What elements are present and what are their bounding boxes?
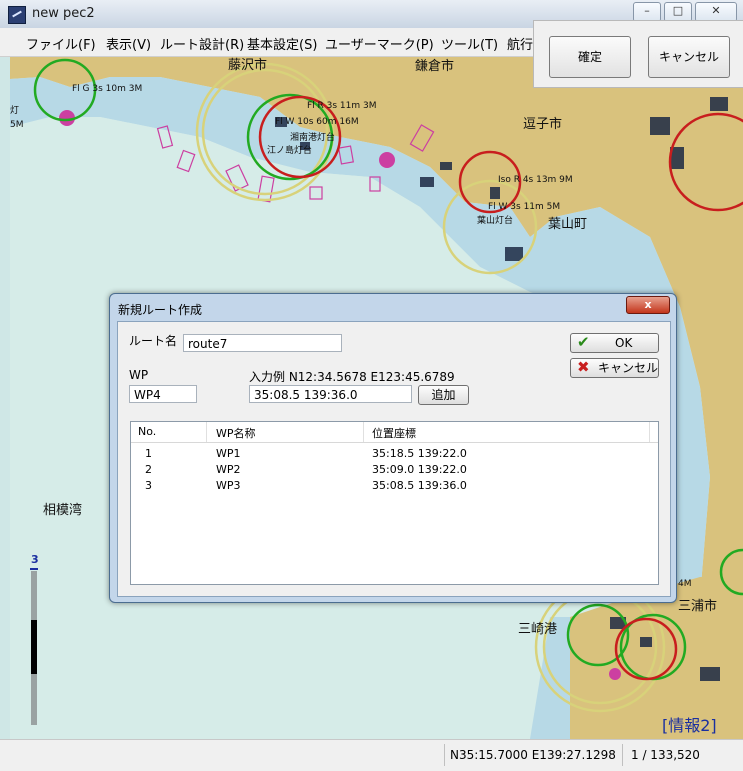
col-divider <box>206 422 207 442</box>
light-label-5: Fl W 10s 60m 16M <box>275 117 359 127</box>
route-name-input[interactable]: route7 <box>183 334 342 352</box>
menu-tools[interactable]: ツール(T) <box>441 34 498 53</box>
check-icon: ✔ <box>577 333 590 351</box>
status-separator <box>444 744 445 766</box>
info-link[interactable]: [情報2] <box>662 712 717 736</box>
confirm-button[interactable]: 確定 <box>549 36 631 78</box>
row-no: 3 <box>145 479 152 492</box>
row-no: 2 <box>145 463 152 476</box>
row-coord: 35:08.5 139:36.0 <box>372 479 467 492</box>
example-label: 入力例 N12:34.5678 E123:45.6789 <box>249 370 455 384</box>
dialog-body: ルート名 route7 ✔ OK ✖ キャンセル WP WP4 入力例 N12:… <box>117 321 671 597</box>
wp-input[interactable]: WP4 <box>129 385 197 403</box>
col-position[interactable]: 位置座標 <box>372 425 416 441</box>
light-label-8: 4M <box>678 579 692 589</box>
label-hayama-light: 葉山灯台 <box>477 216 514 226</box>
maximize-icon[interactable]: □ <box>664 2 692 22</box>
app-icon <box>8 6 26 24</box>
route-confirm-panel: 確定 キャンセル <box>533 20 743 88</box>
label-sagami-bay: 相模湾 <box>43 503 83 518</box>
row-coord: 35:09.0 139:22.0 <box>372 463 467 476</box>
col-divider <box>649 422 650 442</box>
light-label-2: Fl R 3s 11m 3M <box>307 101 377 111</box>
label-fujisawa: 藤沢市 <box>228 58 268 73</box>
list-item[interactable]: 3 WP3 35:08.5 139:36.0 <box>131 478 658 494</box>
label-hayama: 葉山町 <box>548 217 588 232</box>
light-label-1: Fl G 3s 10m 3M <box>72 84 143 94</box>
new-route-dialog: 新規ルート作成 x ルート名 route7 ✔ OK ✖ キャンセル WP WP… <box>109 293 677 603</box>
dialog-close-icon[interactable]: x <box>626 296 670 314</box>
list-header: No. WP名称 位置座標 <box>131 422 658 443</box>
status-coordinates: N35:15.7000 E139:27.1298 <box>450 748 616 762</box>
cancel-button-label: キャンセル <box>598 361 659 375</box>
label-kamakura: 鎌倉市 <box>415 59 455 74</box>
label-miura: 三浦市 <box>678 599 718 614</box>
window-controls: – □ ✕ <box>633 2 737 22</box>
label-enoshima: 江ノ島灯台 <box>267 146 313 156</box>
menu-route-design[interactable]: ルート設計(R) <box>160 34 244 53</box>
row-name: WP3 <box>216 479 241 492</box>
light-label-4: Fl W 3s 11m 5M <box>488 202 561 212</box>
row-name: WP1 <box>216 447 241 460</box>
route-name-label: ルート名 <box>129 334 178 348</box>
ok-button[interactable]: ✔ OK <box>570 333 659 353</box>
dialog-title: 新規ルート作成 <box>118 303 203 317</box>
status-scale: 1 / 133,520 <box>631 748 700 762</box>
list-item[interactable]: 2 WP2 35:09.0 139:22.0 <box>131 462 658 478</box>
label-shonan: 湘南港灯台 <box>290 133 336 143</box>
label-zushi: 逗子市 <box>523 117 563 132</box>
label-misaki: 三崎港 <box>518 622 558 637</box>
col-divider <box>363 422 364 442</box>
window-title: new pec2 <box>32 6 95 21</box>
cancel-button[interactable]: キャンセル <box>648 36 730 78</box>
close-icon[interactable]: ✕ <box>695 2 737 22</box>
row-no: 1 <box>145 447 152 460</box>
row-name: WP2 <box>216 463 241 476</box>
menu-file[interactable]: ファイル(F) <box>26 34 96 53</box>
list-item[interactable]: 1 WP1 35:18.5 139:22.0 <box>131 446 658 462</box>
zoom-scale-bar[interactable]: 3 <box>29 553 43 725</box>
add-button[interactable]: 追加 <box>418 385 469 405</box>
light-label-6: 灯 <box>10 106 20 116</box>
coordinate-input[interactable]: 35:08.5 139:36.0 <box>249 385 412 403</box>
row-coord: 35:18.5 139:22.0 <box>372 447 467 460</box>
menu-view[interactable]: 表示(V) <box>106 34 151 53</box>
dialog-cancel-button[interactable]: ✖ キャンセル <box>570 358 659 378</box>
scale-marker <box>30 568 38 570</box>
waypoint-list[interactable]: No. WP名称 位置座標 1 WP1 35:18.5 139:22.0 2 W… <box>130 421 659 585</box>
status-separator <box>622 744 623 766</box>
wp-label: WP <box>129 368 149 382</box>
col-wp-name[interactable]: WP名称 <box>216 425 256 441</box>
scale-value: 3 <box>31 553 39 566</box>
col-no[interactable]: No. <box>138 425 156 438</box>
minimize-icon[interactable]: – <box>633 2 661 22</box>
status-bar: N35:15.7000 E139:27.1298 1 / 133,520 <box>0 739 743 771</box>
ok-button-label: OK <box>615 336 633 350</box>
menu-user-mark[interactable]: ユーザーマーク(P) <box>325 34 434 53</box>
menu-basic-settings[interactable]: 基本設定(S) <box>247 34 317 53</box>
light-label-3: Iso R 4s 13m 9M <box>498 175 573 185</box>
x-icon: ✖ <box>577 358 590 376</box>
light-label-7: 5M <box>10 120 24 130</box>
scale-thumb <box>31 620 37 674</box>
